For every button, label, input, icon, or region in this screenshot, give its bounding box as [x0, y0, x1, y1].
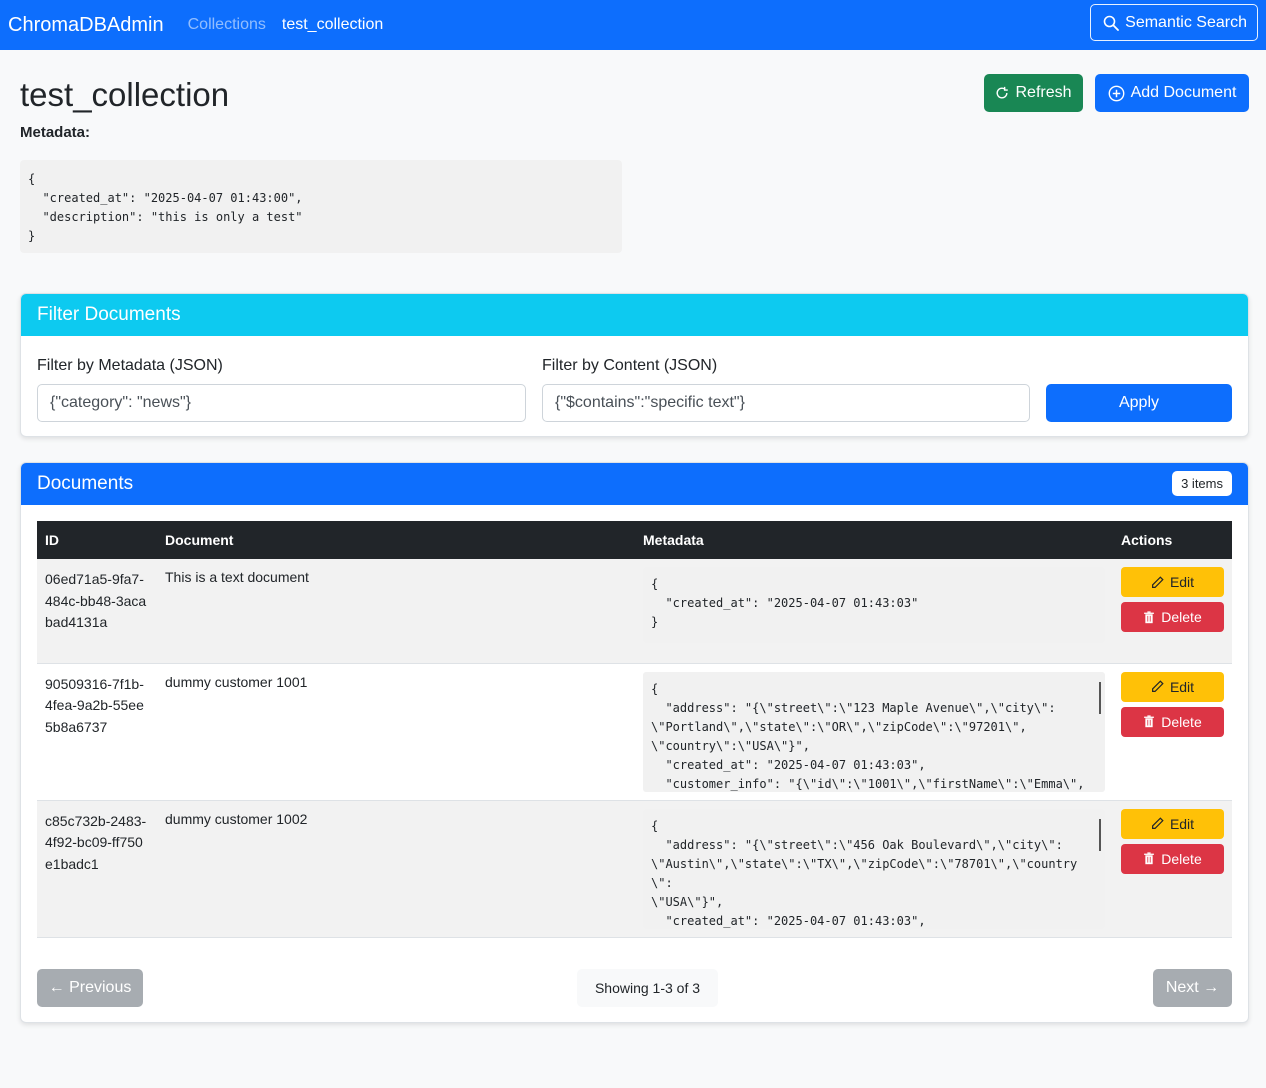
documents-card: Documents 3 items ID Document Metadata A… [20, 462, 1249, 1023]
document-text: dummy customer 1001 [157, 663, 635, 801]
edit-label: Edit [1169, 678, 1195, 695]
pagination-status: Showing 1-3 of 3 [577, 969, 718, 1007]
document-metadata-json[interactable]: { "address": "{\"street\":\"456 Oak Boul… [643, 808, 1105, 929]
table-row: 06ed71a5-9fa7-484c-bb48-3acabad4131a Thi… [37, 559, 1232, 664]
delete-button[interactable]: Delete [1121, 602, 1224, 632]
pencil-icon [1151, 575, 1164, 589]
refresh-button[interactable]: Refresh [984, 74, 1083, 112]
document-metadata-json: { "created_at": "2025-04-07 01:43:03" } [643, 567, 1105, 643]
documents-card-title: Documents [37, 473, 134, 494]
trash-icon [1143, 715, 1155, 728]
previous-page-button[interactable]: ← Previous [37, 969, 143, 1007]
header-actions: Refresh Add Document [984, 74, 1249, 112]
brand-link[interactable]: ChromaDBAdmin [8, 14, 164, 37]
refresh-label: Refresh [1015, 84, 1072, 101]
pencil-icon [1151, 817, 1164, 830]
trash-icon [1143, 610, 1155, 624]
pencil-icon [1151, 680, 1164, 693]
edit-label: Edit [1169, 815, 1195, 832]
metadata-scrollbar[interactable] [1099, 681, 1101, 714]
edit-button[interactable]: Edit [1121, 671, 1224, 702]
apply-filter-button[interactable]: Apply [1046, 384, 1232, 422]
documents-table: ID Document Metadata Actions 06ed71a5-9f… [37, 521, 1232, 938]
nav-link-collections[interactable]: Collections [188, 16, 266, 34]
document-id: 90509316-7f1b-4fea-9a2b-55ee5b8a6737 [37, 663, 157, 801]
nav-link-test-collection[interactable]: test_collection [282, 16, 383, 34]
column-header-document: Document [157, 521, 635, 559]
next-page-button[interactable]: Next → [1153, 969, 1232, 1007]
semantic-search-button[interactable]: Semantic Search [1090, 4, 1258, 41]
content-filter-input[interactable]: {"$contains":"specific text"} [542, 384, 1030, 422]
search-icon [1103, 15, 1120, 31]
page-title: test_collection [20, 76, 230, 113]
table-row: c85c732b-2483-4f92-bc09-ff750e1badc1 dum… [37, 800, 1232, 938]
column-header-id: ID [37, 521, 157, 559]
table-row: 90509316-7f1b-4fea-9a2b-55ee5b8a6737 dum… [37, 663, 1232, 801]
document-text: dummy customer 1002 [157, 800, 635, 938]
delete-button[interactable]: Delete [1121, 843, 1224, 874]
delete-label: Delete [1161, 713, 1202, 730]
metadata-filter-input[interactable]: {"category": "news"} [37, 384, 526, 422]
pagination: ← Previous Showing 1-3 of 3 Next → [37, 969, 1232, 1007]
collection-metadata-json: { "created_at": "2025-04-07 01:43:00", "… [20, 160, 622, 253]
refresh-icon [995, 86, 1009, 100]
filter-form: Filter by Metadata (JSON) {"category": "… [21, 336, 1248, 436]
filter-card: Filter Documents Filter by Metadata (JSO… [20, 293, 1249, 437]
delete-button[interactable]: Delete [1121, 706, 1224, 737]
document-text: This is a text document [157, 559, 635, 664]
edit-label: Edit [1169, 574, 1195, 590]
edit-button[interactable]: Edit [1121, 567, 1224, 597]
trash-icon [1143, 852, 1155, 865]
navbar: ChromaDBAdmin Collections test_collectio… [0, 0, 1266, 50]
filter-card-title: Filter Documents [21, 294, 1248, 336]
add-document-label: Add Document [1130, 84, 1237, 101]
plus-circle-icon [1108, 85, 1125, 102]
metadata-label: Metadata: [20, 124, 91, 141]
document-id: c85c732b-2483-4f92-bc09-ff750e1badc1 [37, 800, 157, 938]
document-metadata-json[interactable]: { "address": "{\"street\":\"123 Maple Av… [643, 671, 1105, 792]
metadata-filter-label: Filter by Metadata (JSON) [37, 357, 223, 374]
delete-label: Delete [1161, 609, 1202, 625]
documents-card-header: Documents 3 items [21, 463, 1248, 505]
document-id: 06ed71a5-9fa7-484c-bb48-3acabad4131a [37, 559, 157, 664]
delete-label: Delete [1161, 850, 1202, 867]
edit-button[interactable]: Edit [1121, 808, 1224, 839]
column-header-metadata: Metadata [635, 521, 1113, 559]
content-filter-label: Filter by Content (JSON) [542, 357, 718, 374]
column-header-actions: Actions [1113, 521, 1232, 559]
add-document-button[interactable]: Add Document [1095, 74, 1249, 112]
item-count-badge: 3 items [1172, 471, 1232, 496]
metadata-scrollbar[interactable] [1099, 818, 1101, 851]
semantic-search-label: Semantic Search [1125, 13, 1247, 31]
